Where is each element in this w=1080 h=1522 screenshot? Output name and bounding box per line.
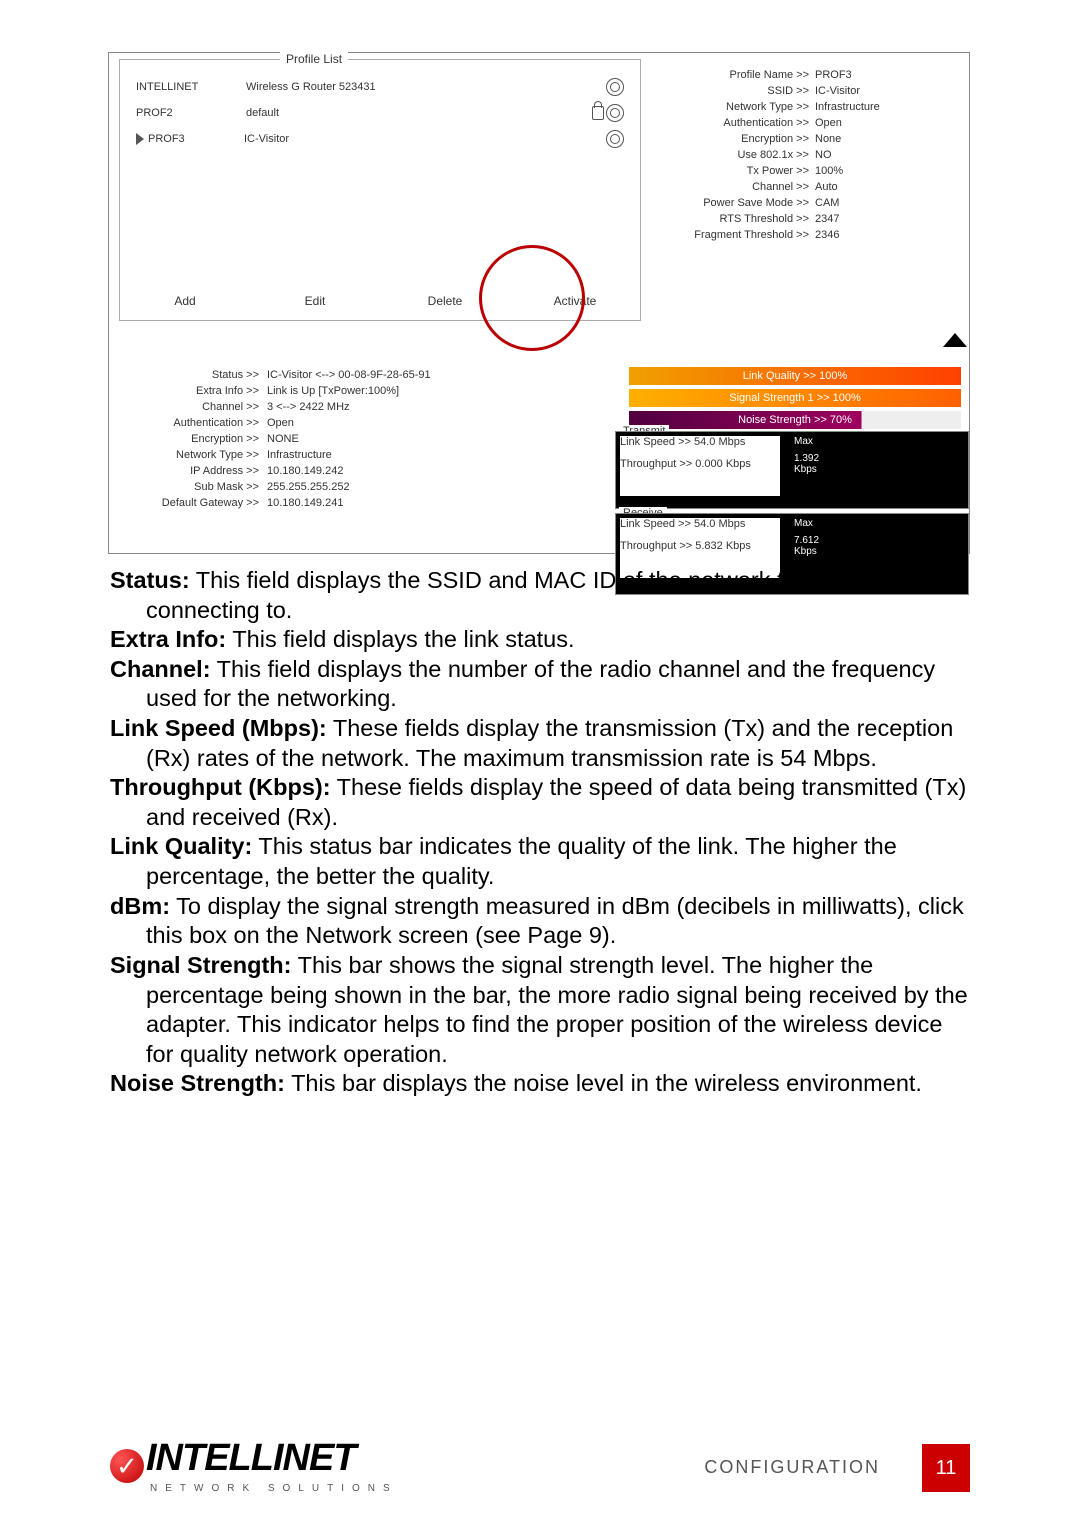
link-quality-bar: Link Quality >> 100% <box>629 367 961 385</box>
wifi-utility-screenshot: Profile List INTELLINET Wireless G Route… <box>108 52 970 554</box>
brand-logo: ✓INTELLINET NETWORK SOLUTIONS <box>110 1437 398 1494</box>
selected-arrow-icon <box>136 133 144 145</box>
signal-icon <box>606 78 624 96</box>
section-label: CONFIGURATION <box>704 1457 880 1478</box>
noise-strength-bar: Noise Strength >> 70% <box>629 411 961 429</box>
page-number: 11 <box>922 1444 970 1492</box>
profile-detail: Profile Name >>PROF3 SSID >>IC-Visitor N… <box>649 67 959 243</box>
lock-icon <box>592 106 604 120</box>
profile-ssid: IC-Visitor <box>244 133 606 145</box>
body-text: Status: This field displays the SSID and… <box>110 566 970 1099</box>
page-footer: ✓INTELLINET NETWORK SOLUTIONS CONFIGURAT… <box>0 1422 1080 1522</box>
edit-button[interactable]: Edit <box>250 288 380 314</box>
strength-bars: Link Quality >> 100% Signal Strength 1 >… <box>629 367 961 433</box>
profile-list-title: Profile List <box>280 52 348 66</box>
profile-ssid: default <box>246 107 592 119</box>
profile-row[interactable]: INTELLINET Wireless G Router 523431 <box>130 74 630 100</box>
profile-name: PROF3 <box>148 133 244 145</box>
signal-strength-bar: Signal Strength 1 >> 100% <box>629 389 961 407</box>
profile-list: INTELLINET Wireless G Router 523431 PROF… <box>130 74 630 152</box>
profile-row[interactable]: PROF3 IC-Visitor <box>130 126 630 152</box>
profile-ssid: Wireless G Router 523431 <box>246 81 606 93</box>
profile-row[interactable]: PROF2 default <box>130 100 630 126</box>
transmit-box: Link Speed >> 54.0 Mbps Throughput >> 0.… <box>615 431 969 509</box>
collapse-arrow-icon[interactable] <box>943 333 967 347</box>
add-button[interactable]: Add <box>120 288 250 314</box>
highlight-circle-icon <box>479 245 585 351</box>
signal-icon <box>606 104 624 122</box>
profile-name: PROF2 <box>136 107 246 119</box>
status-table: Status >>IC-Visitor <--> 00-08-9F-28-65-… <box>119 367 499 511</box>
profile-name: INTELLINET <box>136 81 246 93</box>
check-icon: ✓ <box>110 1449 144 1483</box>
signal-icon <box>606 130 624 148</box>
